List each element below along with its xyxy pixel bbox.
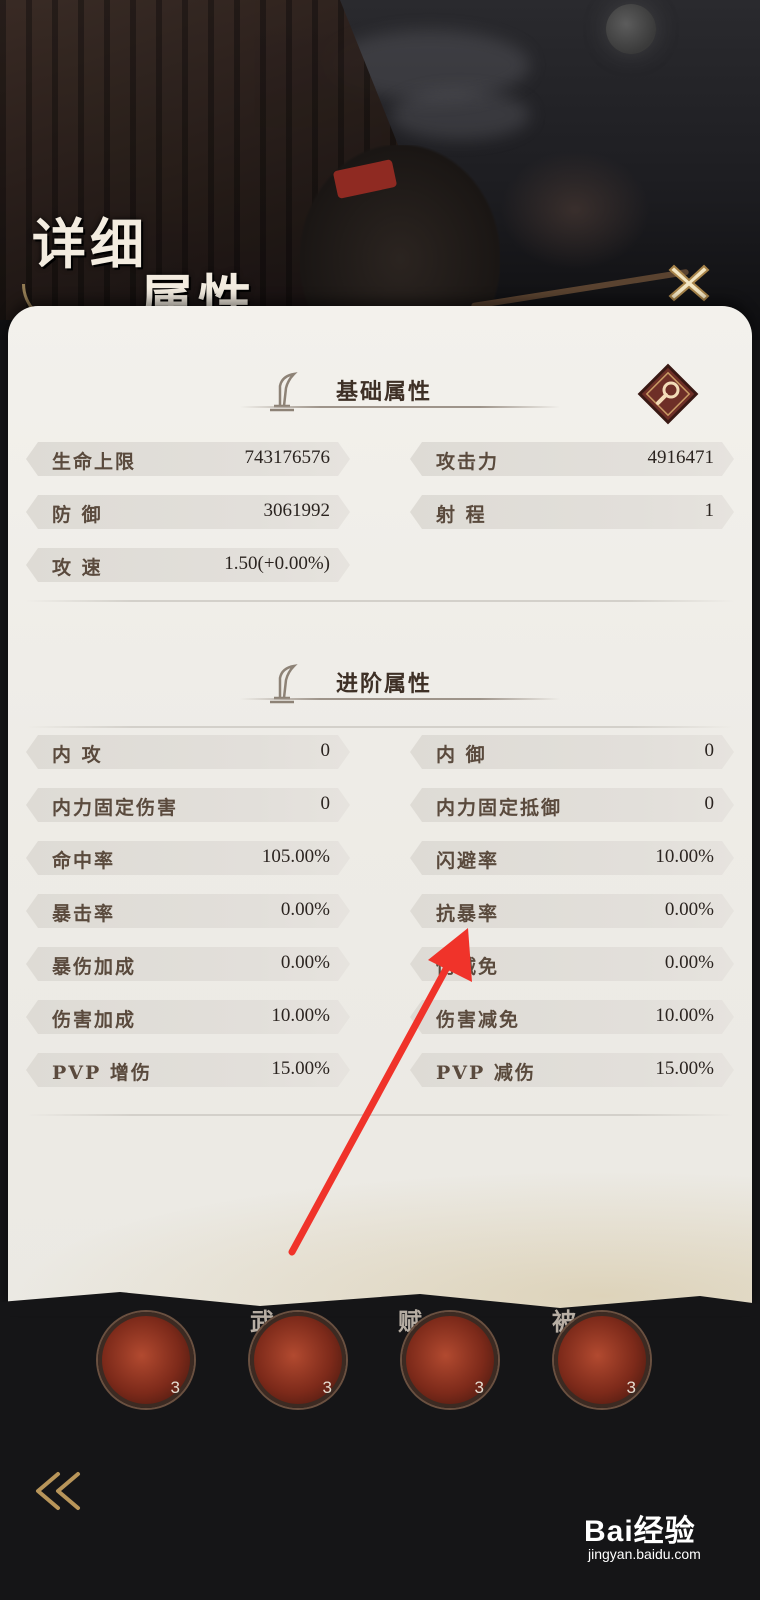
skill-slot-1[interactable]: 3 [98,1312,194,1408]
skill-slot-2[interactable]: 3 [250,1312,346,1408]
stat-fixed-inner-damage: 内力固定伤害 0 [26,788,350,822]
stat-dodge-rate: 闪避率 10.00% [410,841,734,875]
stat-name: 闪避率 [436,850,500,872]
stat-crit-resist: 抗暴率 0.00% [410,894,734,928]
section-underline [240,406,560,408]
stat-value: 0 [704,740,714,761]
stat-name: 攻击力 [436,451,500,473]
stat-value: 0.00% [280,899,330,920]
section-divider [26,1114,734,1116]
section-title-basic: 基础属性 [336,379,433,405]
stat-damage-reduction: 伤害减免 10.00% [410,1000,734,1034]
stat-value: 15.00% [655,1058,714,1079]
stat-name: 攻 速 [52,557,103,579]
spear-decoration [470,268,690,310]
stat-crit-rate: 暴击率 0.00% [26,894,350,928]
close-x-icon [668,264,710,302]
stat-value: 0 [320,740,330,761]
stat-name: 命中率 [52,850,116,872]
stat-value: 1.50(+0.00%) [224,553,330,574]
stat-value: 10.00% [655,1005,714,1026]
stat-fixed-inner-resist: 内力固定抵御 0 [410,788,734,822]
stat-name: PVP 增伤 [52,1062,152,1084]
stat-value: 10.00% [271,1005,330,1026]
watermark-url: jingyan.baidu.com [588,1546,701,1562]
rider-silhouette [500,150,650,270]
magnifier-icon [637,363,699,425]
stat-name: 内力固定抵御 [436,797,563,819]
stat-value: 15.00% [271,1058,330,1079]
stat-value: 0.00% [664,899,714,920]
stat-name: 生命上限 [52,451,137,473]
stat-attack-speed: 攻 速 1.50(+0.00%) [26,548,350,582]
section-divider [26,726,734,728]
stat-name: 内力固定伤害 [52,797,179,819]
stat-name: 抗暴率 [436,903,500,925]
watermark-brand: Bai经验 [584,1515,696,1548]
stat-name: PVP 减伤 [436,1062,536,1084]
section-header-advanced: 进阶属性 [240,656,560,716]
stat-value: 0.00% [280,952,330,973]
stat-value: 0 [320,793,330,814]
skill-level: 3 [626,1378,636,1397]
back-button[interactable] [28,1466,88,1516]
stat-name: 内 御 [436,744,487,766]
back-arrow-icon [36,1472,80,1510]
page-title-line1: 详细 [32,212,148,276]
stat-pvp-damage-bonus: PVP 增伤 15.00% [26,1053,350,1087]
skill-level: 3 [170,1378,180,1397]
stat-name: 射 程 [436,504,487,526]
stat-max-hp: 生命上限 743176576 [26,442,350,476]
stat-value: 4916471 [647,447,714,468]
stat-defense: 防 御 3061992 [26,495,350,529]
stat-value: 10.00% [655,846,714,867]
stat-hit-rate: 命中率 105.00% [26,841,350,875]
skill-level: 3 [322,1378,332,1397]
stat-value: 0.00% [664,952,714,973]
stat-name: 伤害减免 [436,1009,521,1031]
baidu-watermark: Bai经验 jingyan.baidu.com [580,1506,750,1566]
stat-inner-attack: 内 攻 0 [26,735,350,769]
cloud-decoration [390,90,530,140]
section-divider [26,600,734,602]
stat-name: 伤害加成 [52,1009,137,1031]
skill-level: 3 [474,1378,484,1397]
stat-crit-damage-bonus: 暴伤加成 0.00% [26,947,350,981]
stat-name: 伤减免 [436,956,500,978]
stat-value: 105.00% [261,846,330,867]
moon-decoration [606,4,656,54]
section-underline [240,698,560,700]
stat-inner-defense: 内 御 0 [410,735,734,769]
stat-damage-bonus: 伤害加成 10.00% [26,1000,350,1034]
skill-slot-3[interactable]: 3 [402,1312,498,1408]
stat-name: 内 攻 [52,744,103,766]
stat-range: 射 程 1 [410,495,734,529]
stat-attack: 攻击力 4916471 [410,442,734,476]
section-header-basic: 基础属性 [240,364,560,424]
stat-value: 3061992 [263,500,330,521]
stat-name: 防 御 [52,504,103,526]
stat-value: 0 [704,793,714,814]
stat-name: 暴伤加成 [52,956,137,978]
stat-name: 暴击率 [52,903,116,925]
search-button[interactable] [636,362,700,426]
close-button[interactable] [660,254,718,312]
skill-slot-4[interactable]: 3 [554,1312,650,1408]
stat-pvp-damage-reduction: PVP 减伤 15.00% [410,1053,734,1087]
panel-glow-decoration [8,1170,752,1310]
stat-crit-damage-reduction: 伤减免 0.00% [410,947,734,981]
stat-value: 743176576 [244,447,330,468]
section-title-advanced: 进阶属性 [336,671,433,697]
stat-value: 1 [704,500,714,521]
